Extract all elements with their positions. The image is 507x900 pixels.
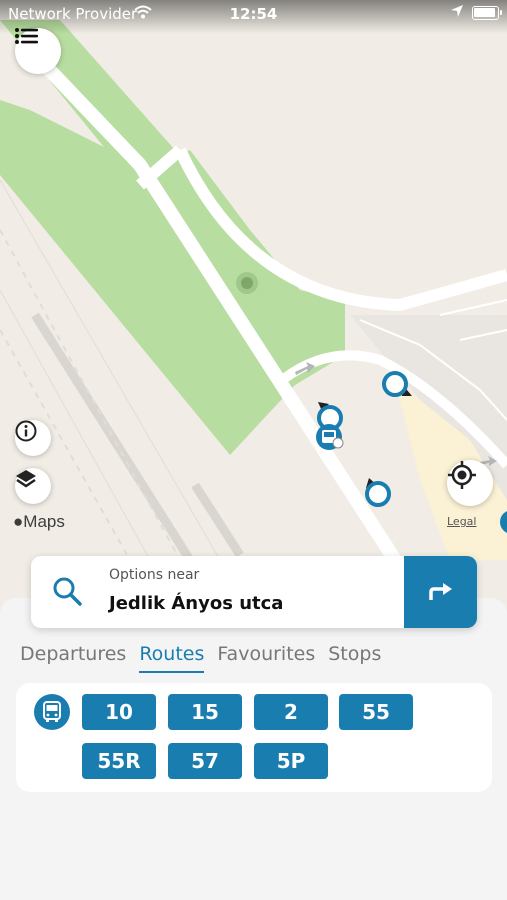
- map-view[interactable]: ●Maps Legal: [0, 0, 507, 640]
- status-bar: Network Provider 12:54: [0, 0, 507, 28]
- tab-bar: Departures Routes Favourites Stops: [20, 643, 381, 673]
- route-button[interactable]: 15: [168, 694, 242, 730]
- apple-logo-icon: ●: [13, 512, 24, 531]
- route-button[interactable]: 10: [82, 694, 156, 730]
- tab-favourites[interactable]: Favourites: [217, 643, 315, 673]
- directions-button[interactable]: [404, 556, 477, 628]
- info-button[interactable]: [15, 420, 51, 456]
- map-canvas: [0, 0, 507, 567]
- status-time: 12:54: [229, 5, 278, 23]
- maps-attribution: ●Maps: [13, 512, 65, 531]
- battery-icon: [472, 6, 502, 20]
- stop-marker: [382, 371, 408, 397]
- location-arrow-icon: [451, 5, 463, 17]
- layers-icon: [16, 470, 36, 488]
- route-button[interactable]: 55: [339, 694, 413, 730]
- tab-routes[interactable]: Routes: [139, 643, 205, 673]
- search-card[interactable]: Options near Jedlik Ányos utca: [31, 556, 477, 628]
- route-button[interactable]: 57: [168, 743, 242, 779]
- tab-stops[interactable]: Stops: [328, 643, 381, 673]
- route-button[interactable]: 5P: [254, 743, 328, 779]
- info-icon: [15, 420, 37, 442]
- list-button[interactable]: [15, 28, 61, 74]
- list-icon: [15, 28, 38, 44]
- search-place: Jedlik Ányos utca: [109, 593, 284, 614]
- route-button[interactable]: 55R: [82, 743, 156, 779]
- search-icon: [53, 577, 82, 606]
- locate-icon: [448, 461, 476, 489]
- routes-panel: 10 15 2 55 55R 57 5P: [16, 683, 492, 792]
- locate-button[interactable]: [447, 460, 493, 506]
- legal-link[interactable]: Legal: [447, 515, 476, 528]
- search-label: Options near: [109, 567, 200, 583]
- directions-icon: [428, 583, 452, 600]
- stop-marker: [365, 481, 391, 507]
- bus-icon: [34, 694, 70, 730]
- route-button[interactable]: 2: [254, 694, 328, 730]
- layers-button[interactable]: [15, 468, 51, 504]
- tab-departures[interactable]: Departures: [20, 643, 126, 673]
